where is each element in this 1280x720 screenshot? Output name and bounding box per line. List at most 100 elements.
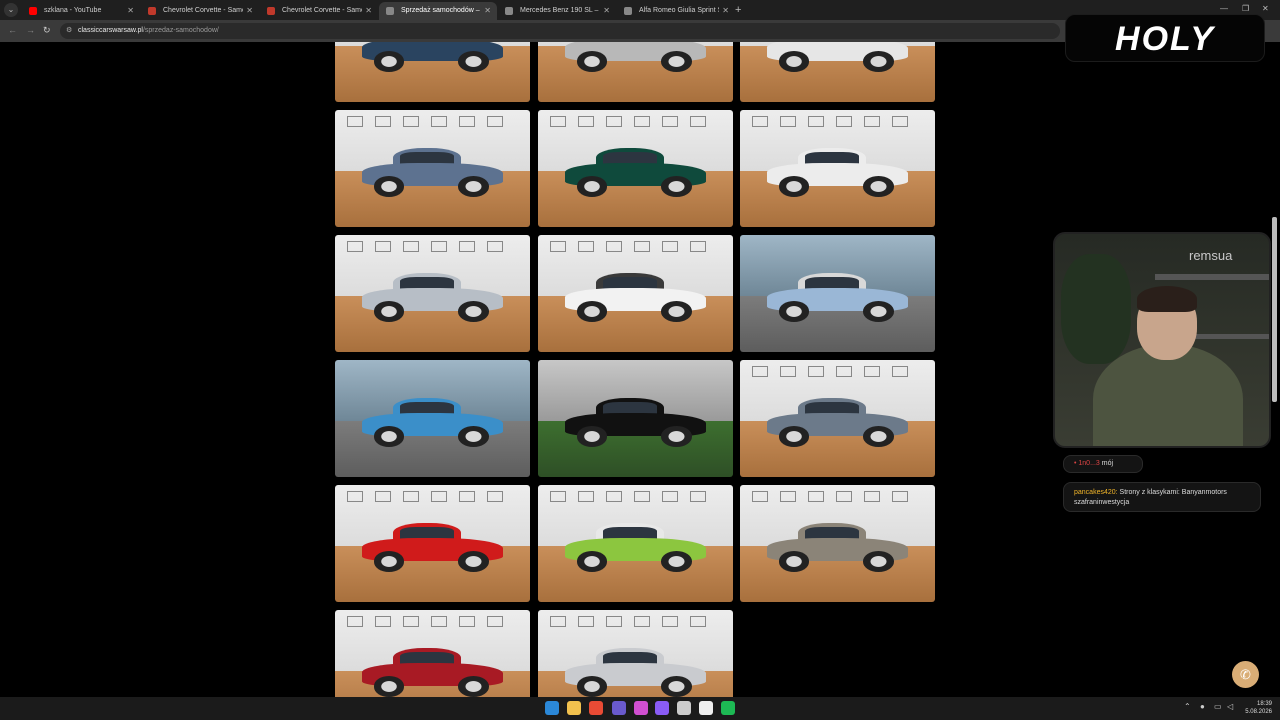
taskbar-clock[interactable]: 18:39 5.08.2026: [1240, 700, 1272, 716]
chat-username: pancakes420:: [1074, 489, 1118, 496]
tray-chevron-icon[interactable]: ⌃: [1184, 702, 1191, 711]
wall-frame-shape: [347, 116, 363, 127]
tab-favicon-icon: [29, 7, 37, 15]
wall-frame-shape: [375, 616, 391, 627]
car-listing-card[interactable]: [538, 235, 733, 352]
car-listing-card[interactable]: [740, 360, 935, 477]
back-icon[interactable]: ←: [8, 25, 17, 35]
wall-frame-shape: [864, 491, 880, 502]
wall-frame-shape: [808, 491, 824, 502]
car-listing-card[interactable]: [335, 42, 530, 102]
wall-frame-shape: [836, 491, 852, 502]
page-scrollbar[interactable]: [1272, 217, 1277, 402]
wall-frame-shape: [459, 491, 475, 502]
car-listing-card[interactable]: [335, 360, 530, 477]
browser-tab[interactable]: Alfa Romeo Giulia Sprint Special✕: [617, 2, 735, 20]
car-wheel-shape: [778, 550, 810, 572]
taskbar-app-icon[interactable]: [612, 701, 626, 715]
car-wheel-shape: [373, 675, 405, 697]
taskbar-app-icon[interactable]: [721, 701, 735, 715]
browser-tab[interactable]: Chevrolet Corvette - Samochód✕: [260, 2, 378, 20]
wall-frame-shape: [690, 491, 706, 502]
wall-frame-shape: [431, 116, 447, 127]
car-wheel-shape: [778, 50, 810, 72]
close-window-icon[interactable]: ✕: [1262, 4, 1269, 13]
car-listing-card[interactable]: [538, 610, 733, 697]
wall-frame-shape: [403, 491, 419, 502]
taskbar-app-icon[interactable]: [699, 701, 713, 715]
car-listing-card[interactable]: [740, 42, 935, 102]
browser-tab[interactable]: Chevrolet Corvette - Samochód✕: [141, 2, 259, 20]
tab-search-button[interactable]: ⌄: [4, 3, 18, 17]
wall-frame-shape: [780, 491, 796, 502]
taskbar-app-icon[interactable]: [655, 701, 669, 715]
chat-message: • 1n0...3 mój: [1063, 455, 1143, 473]
windows-taskbar: ⌃ ● ▭ ◁ 18:39 5.08.2026: [0, 697, 1280, 720]
wall-frame-shape: [487, 491, 503, 502]
wall-frame-shape: [690, 616, 706, 627]
minimize-icon[interactable]: —: [1220, 4, 1228, 13]
wall-frame-shape: [578, 491, 594, 502]
car-listing-card[interactable]: [740, 485, 935, 602]
car-listing-card[interactable]: [335, 110, 530, 227]
taskbar-app-icon[interactable]: [567, 701, 581, 715]
tab-close-icon[interactable]: ✕: [365, 2, 372, 20]
tab-title: Chevrolet Corvette - Samochód: [282, 7, 362, 14]
volume-icon[interactable]: ◁: [1227, 702, 1233, 711]
network-icon[interactable]: ▭: [1214, 702, 1222, 711]
car-photo: [362, 145, 503, 197]
car-wheel-shape: [576, 675, 608, 697]
car-listing-card[interactable]: [335, 485, 530, 602]
car-wheel-shape: [862, 300, 894, 322]
tab-title: Alfa Romeo Giulia Sprint Special: [639, 7, 719, 14]
browser-tab[interactable]: Sprzedaż samochodów – Classic✕: [379, 2, 497, 20]
car-listing-card[interactable]: [740, 110, 935, 227]
car-listing-card[interactable]: [740, 235, 935, 352]
car-photo: [767, 395, 908, 447]
wall-frame-shape: [347, 616, 363, 627]
browser-tab[interactable]: szklana - YouTube ✕: [22, 2, 140, 20]
car-wheel-shape: [576, 50, 608, 72]
wall-frame-shape: [634, 241, 650, 252]
wall-frame-shape: [550, 241, 566, 252]
car-wheel-shape: [457, 425, 489, 447]
car-listing-card[interactable]: [335, 610, 530, 697]
taskbar-app-icon[interactable]: [677, 701, 691, 715]
car-wheel-shape: [373, 300, 405, 322]
tab-close-icon[interactable]: ✕: [127, 2, 134, 20]
wall-frame-shape: [487, 241, 503, 252]
wall-frame-shape: [780, 116, 796, 127]
wall-frame-shape: [375, 116, 391, 127]
restore-icon[interactable]: ❐: [1242, 4, 1249, 13]
reload-icon[interactable]: ↻: [43, 25, 51, 36]
tab-close-icon[interactable]: ✕: [484, 2, 491, 20]
call-button[interactable]: ✆: [1232, 661, 1259, 688]
wall-frame-shape: [752, 116, 768, 127]
wall-frame-shape: [487, 116, 503, 127]
site-info-icon[interactable]: ⚙: [66, 23, 72, 39]
tab-close-icon[interactable]: ✕: [722, 2, 729, 20]
wall-frame-shape: [550, 116, 566, 127]
browser-tab[interactable]: Mercedes Benz 190 SL – Classic✕: [498, 2, 616, 20]
wall-frame-shape: [690, 241, 706, 252]
tab-favicon-icon: [386, 7, 394, 15]
webcam-feed: remsua: [1053, 232, 1271, 448]
taskbar-app-icon[interactable]: [634, 701, 648, 715]
address-bar[interactable]: ⚙ classiccarswarsaw.pl/sprzedaz-samochod…: [60, 23, 1060, 39]
wall-frame-shape: [578, 241, 594, 252]
car-listing-card[interactable]: [335, 235, 530, 352]
car-listing-card[interactable]: [538, 42, 733, 102]
forward-icon[interactable]: →: [26, 25, 35, 35]
car-listing-card[interactable]: [538, 360, 733, 477]
tab-close-icon[interactable]: ✕: [246, 2, 253, 20]
taskbar-app-icon[interactable]: [545, 701, 559, 715]
new-tab-button[interactable]: +: [735, 3, 741, 17]
tab-favicon-icon: [624, 7, 632, 15]
wall-frame-shape: [634, 616, 650, 627]
car-listing-card[interactable]: [538, 110, 733, 227]
shelf-shape: [1155, 274, 1269, 280]
taskbar-app-icon[interactable]: [589, 701, 603, 715]
tab-close-icon[interactable]: ✕: [603, 2, 610, 20]
mic-icon[interactable]: ●: [1200, 702, 1205, 711]
car-listing-card[interactable]: [538, 485, 733, 602]
